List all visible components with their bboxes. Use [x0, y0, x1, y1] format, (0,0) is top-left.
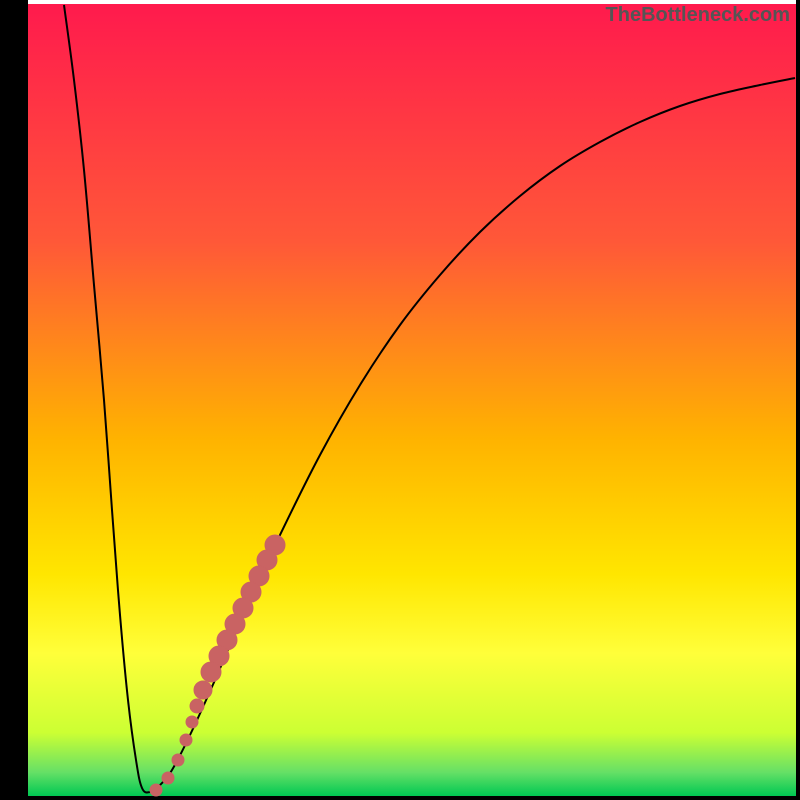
highlight-marker [190, 699, 204, 713]
attribution-text: TheBottleneck.com [606, 4, 790, 27]
highlight-marker [201, 662, 221, 682]
highlight-marker [150, 784, 162, 796]
highlight-marker [194, 681, 212, 699]
axis-right [796, 0, 800, 800]
axis-left [0, 0, 28, 800]
highlight-marker [186, 716, 198, 728]
axis-bottom [0, 796, 800, 800]
chart-svg [0, 0, 800, 800]
chart-container: TheBottleneck.com [0, 0, 800, 800]
plot-background [28, 4, 796, 796]
highlight-marker [180, 734, 192, 746]
highlight-marker [162, 772, 174, 784]
highlight-marker [172, 754, 184, 766]
